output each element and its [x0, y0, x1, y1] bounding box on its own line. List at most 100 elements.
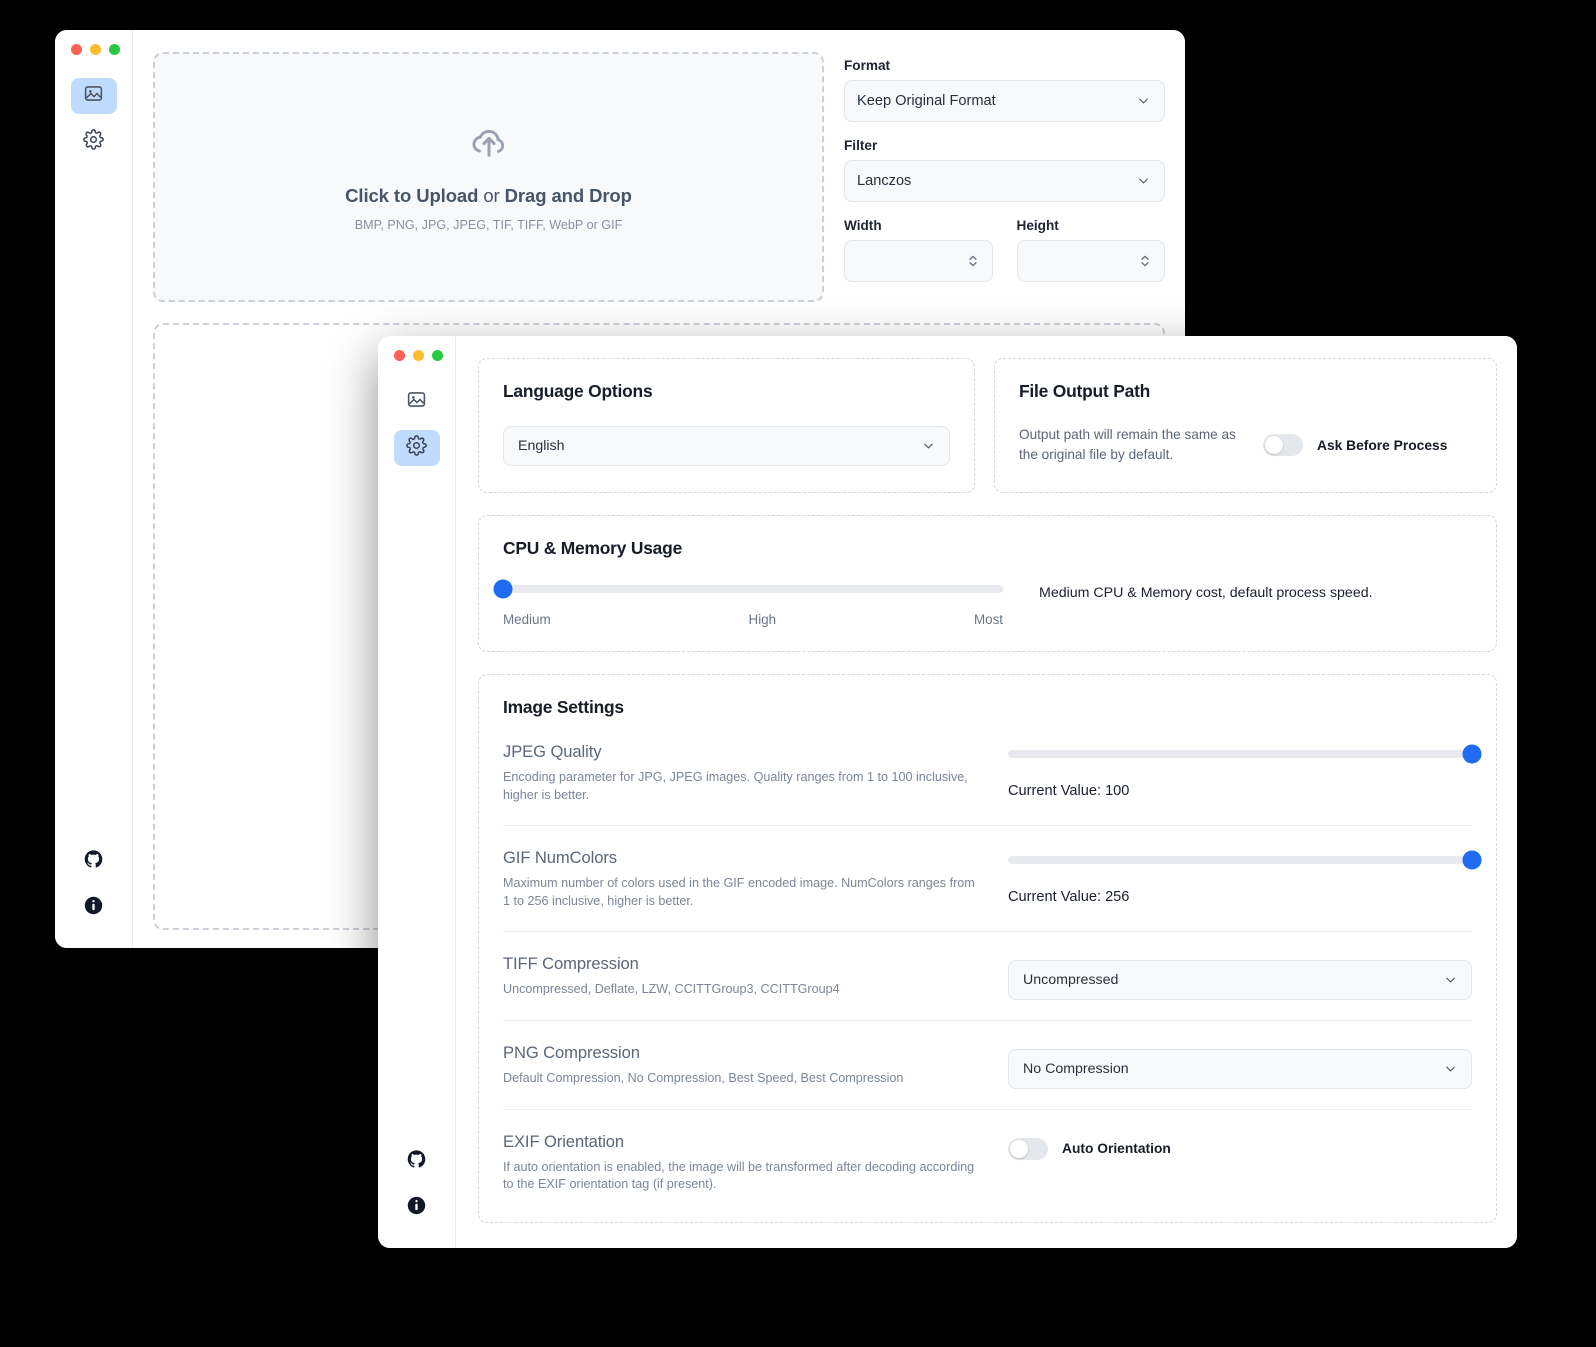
auto-orientation-label: Auto Orientation — [1062, 1141, 1171, 1156]
auto-orientation-row: Auto Orientation — [1008, 1132, 1472, 1160]
back-main-row: Click to Upload or Drag and Drop BMP, PN… — [133, 30, 1185, 302]
png-compression-select[interactable]: No Compression — [1008, 1049, 1472, 1089]
sidebar-item-settings[interactable] — [394, 430, 440, 466]
file-output-path-panel: File Output Path Output path will remain… — [994, 358, 1497, 493]
info-icon[interactable] — [407, 1196, 426, 1220]
upload-dropzone[interactable]: Click to Upload or Drag and Drop BMP, PN… — [153, 52, 824, 302]
ask-before-process-label: Ask Before Process — [1317, 438, 1447, 453]
close-button[interactable] — [394, 350, 405, 361]
setting-control: Current Value: 100 — [1008, 742, 1472, 799]
cpu-slider-group: Medium High Most — [503, 585, 1003, 627]
language-options-panel: Language Options English — [478, 358, 975, 493]
filter-select[interactable]: Lanczos — [844, 160, 1165, 202]
setting-description: If auto orientation is enabled, the imag… — [503, 1159, 982, 1195]
chevron-down-icon — [1443, 1061, 1458, 1076]
sidebar-item-settings[interactable] — [71, 124, 117, 160]
height-input[interactable] — [1017, 240, 1166, 282]
cpu-slider-row: Medium High Most Medium CPU & Memory cos… — [503, 585, 1472, 627]
dropzone-click-label: Click to Upload — [345, 185, 478, 206]
height-group: Height — [1017, 218, 1166, 282]
cpu-slider-thumb[interactable] — [494, 580, 513, 599]
dropzone-or-label: or — [478, 185, 504, 206]
image-settings-title: Image Settings — [503, 697, 1472, 718]
setting-label-group: PNG Compression Default Compression, No … — [503, 1043, 1008, 1088]
toggle-knob — [1010, 1140, 1028, 1158]
top-panels-row: Language Options English File Output Pat… — [478, 358, 1497, 493]
sidebar-item-images[interactable] — [71, 78, 117, 114]
github-icon[interactable] — [407, 1150, 426, 1174]
sidebar-front — [378, 336, 456, 1248]
language-value: English — [518, 438, 565, 454]
chevron-down-icon — [1136, 174, 1151, 189]
image-icon — [83, 83, 104, 109]
info-icon[interactable] — [84, 896, 103, 920]
sidebar-back — [55, 30, 133, 948]
screen: Click to Upload or Drag and Drop BMP, PN… — [0, 0, 1596, 1347]
setting-name: EXIF Orientation — [503, 1132, 982, 1152]
window-traffic-lights-front[interactable] — [394, 350, 443, 361]
output-path-row: Output path will remain the same as the … — [1019, 425, 1472, 466]
gif-numcolors-current-value: Current Value: 256 — [1008, 889, 1472, 905]
dropzone-title: Click to Upload or Drag and Drop — [345, 185, 632, 207]
setting-control: No Compression — [1008, 1043, 1472, 1089]
setting-name: JPEG Quality — [503, 742, 982, 762]
jpeg-quality-slider-track[interactable] — [1008, 750, 1472, 758]
auto-orientation-toggle[interactable] — [1008, 1138, 1048, 1160]
stepper-icon[interactable] — [1138, 253, 1152, 270]
output-path-description: Output path will remain the same as the … — [1019, 425, 1237, 466]
toggle-knob — [1265, 436, 1283, 454]
chevron-down-icon — [1136, 94, 1151, 109]
jpeg-quality-slider-thumb[interactable] — [1463, 745, 1482, 764]
setting-description: Encoding parameter for JPG, JPEG images.… — [503, 769, 982, 805]
setting-name: TIFF Compression — [503, 954, 982, 974]
gear-icon — [83, 129, 104, 155]
sidebar-bottom-front — [378, 1150, 455, 1220]
tiff-compression-select[interactable]: Uncompressed — [1008, 960, 1472, 1000]
setting-name: PNG Compression — [503, 1043, 982, 1063]
setting-row-tiff-compression: TIFF Compression Uncompressed, Deflate, … — [503, 932, 1472, 1021]
cpu-memory-panel: CPU & Memory Usage Medium High Most — [478, 515, 1497, 652]
setting-control: Current Value: 256 — [1008, 848, 1472, 905]
setting-description: Uncompressed, Deflate, LZW, CCITTGroup3,… — [503, 981, 982, 999]
window-traffic-lights-back[interactable] — [71, 44, 120, 55]
settings-content: Language Options English File Output Pat… — [456, 336, 1517, 1248]
filter-label: Filter — [844, 138, 1165, 153]
tiff-compression-value: Uncompressed — [1023, 972, 1118, 988]
cpu-tick-most: Most — [974, 612, 1003, 627]
close-button[interactable] — [71, 44, 82, 55]
minimize-button[interactable] — [90, 44, 101, 55]
setting-row-gif-numcolors: GIF NumColors Maximum number of colors u… — [503, 826, 1472, 932]
file-output-path-title: File Output Path — [1019, 381, 1472, 402]
minimize-button[interactable] — [413, 350, 424, 361]
setting-name: GIF NumColors — [503, 848, 982, 868]
settings-window[interactable]: Language Options English File Output Pat… — [378, 336, 1517, 1248]
ask-before-process-toggle[interactable] — [1263, 434, 1303, 456]
conversion-settings: Format Keep Original Format Filter Lancz… — [844, 52, 1165, 302]
gif-numcolors-slider-track[interactable] — [1008, 856, 1472, 864]
image-icon — [406, 389, 427, 415]
image-settings-panel: Image Settings JPEG Quality Encoding par… — [478, 674, 1497, 1223]
format-select[interactable]: Keep Original Format — [844, 80, 1165, 122]
settings-body: Language Options English File Output Pat… — [456, 336, 1517, 1248]
maximize-button[interactable] — [109, 44, 120, 55]
width-group: Width — [844, 218, 993, 282]
setting-label-group: EXIF Orientation If auto orientation is … — [503, 1132, 1008, 1195]
stepper-icon[interactable] — [966, 253, 980, 270]
dropzone-drop-label: Drag and Drop — [505, 185, 632, 206]
cpu-description: Medium CPU & Memory cost, default proces… — [1039, 585, 1373, 601]
gif-numcolors-slider-thumb[interactable] — [1463, 850, 1482, 869]
cpu-tick-high: High — [749, 612, 777, 627]
maximize-button[interactable] — [432, 350, 443, 361]
filter-value: Lanczos — [857, 173, 911, 189]
language-select[interactable]: English — [503, 426, 950, 466]
cpu-slider-ticks: Medium High Most — [503, 612, 1003, 627]
format-value: Keep Original Format — [857, 93, 996, 109]
width-input[interactable] — [844, 240, 993, 282]
language-options-title: Language Options — [503, 381, 950, 402]
setting-control: Uncompressed — [1008, 954, 1472, 1000]
cpu-slider-track[interactable] — [503, 585, 1003, 593]
sidebar-item-images[interactable] — [394, 384, 440, 420]
dropzone-formats: BMP, PNG, JPG, JPEG, TIF, TIFF, WebP or … — [355, 218, 623, 232]
png-compression-value: No Compression — [1023, 1061, 1129, 1077]
github-icon[interactable] — [84, 850, 103, 874]
